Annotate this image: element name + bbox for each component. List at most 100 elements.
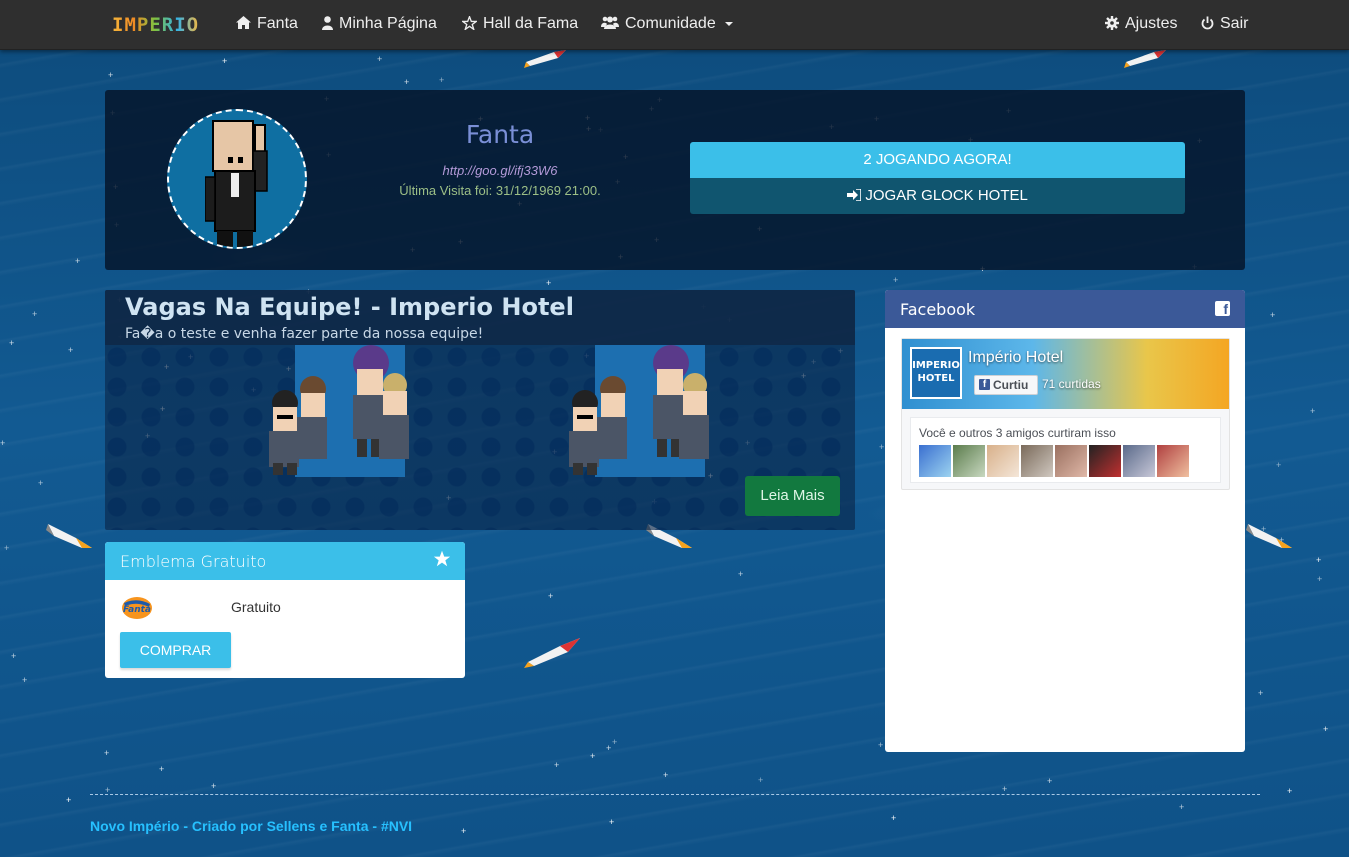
- play-hotel-button[interactable]: JOGAR GLOCK HOTEL: [690, 178, 1185, 214]
- star-icon: +: [1316, 555, 1322, 565]
- friend-avatar[interactable]: [1089, 445, 1121, 477]
- star-icon: +: [612, 737, 618, 747]
- friend-avatar[interactable]: [919, 445, 951, 477]
- rocket-icon: [46, 524, 92, 548]
- facebook-panel: Facebook f IMPERIO HOTEL Império Hotel C…: [885, 290, 1245, 752]
- star-icon: +: [1270, 310, 1276, 320]
- nav-item-label: Minha Página: [339, 15, 437, 32]
- facebook-like-button[interactable]: Curtiu: [974, 375, 1038, 395]
- star-icon: +: [891, 813, 897, 823]
- star-icon: +: [1179, 802, 1185, 812]
- nav-item-community[interactable]: Comunidade: [601, 15, 733, 33]
- online-count-button[interactable]: 2 JOGANDO AGORA!: [690, 142, 1185, 178]
- star-icon: +: [893, 275, 899, 285]
- star-icon: +: [758, 775, 764, 785]
- star-icon: +: [75, 256, 81, 266]
- rocket-icon: [524, 50, 566, 68]
- nav-item-home[interactable]: Fanta: [236, 15, 298, 33]
- nav-item-hall-of-fame[interactable]: Hall da Fama: [460, 14, 579, 33]
- star-icon: +: [609, 817, 615, 827]
- star-icon: +: [108, 70, 114, 80]
- star-icon: +: [1047, 776, 1053, 786]
- friend-avatar[interactable]: [987, 445, 1019, 477]
- rocket-icon: [524, 638, 580, 668]
- footer-divider: [90, 794, 1260, 795]
- play-hotel-label: JOGAR GLOCK HOTEL: [865, 187, 1028, 204]
- friend-avatar[interactable]: [1157, 445, 1189, 477]
- staff-group-image: [269, 345, 409, 475]
- news-title[interactable]: Vagas Na Equipe! - Imperio Hotel: [125, 293, 574, 321]
- star-icon: +: [9, 338, 15, 348]
- nav-item-logout[interactable]: Sair: [1201, 15, 1248, 33]
- brand-logo[interactable]: IMPERIO: [112, 14, 199, 36]
- friend-avatar[interactable]: [953, 445, 985, 477]
- avatar: [167, 109, 307, 249]
- facebook-friends-box: Você e outros 3 amigos curtiram isso: [910, 417, 1221, 483]
- profile-name: Fanta: [465, 120, 535, 149]
- star-icon: +: [22, 675, 28, 685]
- star-icon: +: [4, 543, 10, 553]
- users-icon: [601, 16, 619, 32]
- profile-link[interactable]: http://goo.gl/ifj33W6: [375, 163, 625, 178]
- star-icon: +: [1317, 574, 1323, 584]
- nav-item-label: Fanta: [257, 15, 298, 32]
- home-icon: [236, 16, 251, 32]
- nav-item-label: Sair: [1220, 15, 1249, 32]
- star-icon: [433, 550, 451, 572]
- badge-image: Fanta: [120, 595, 154, 621]
- panel-title: Facebook: [900, 300, 976, 319]
- badge-price: Gratuito: [231, 599, 281, 615]
- star-icon: +: [377, 54, 383, 64]
- top-navbar: IMPERIO Fanta Minha Página Hall da Fama …: [0, 0, 1349, 50]
- facebook-friends-text: Você e outros 3 amigos curtiram isso: [919, 426, 1116, 440]
- buy-button[interactable]: COMPRAR: [120, 632, 231, 668]
- facebook-friend-faces: [919, 445, 1189, 477]
- star-icon: +: [68, 345, 74, 355]
- star-icon: +: [461, 826, 467, 836]
- chevron-down-icon: [724, 22, 733, 26]
- star-icon: +: [439, 75, 445, 85]
- nav-item-label: Comunidade: [625, 15, 716, 32]
- rocket-icon: [1246, 524, 1292, 548]
- star-icon: +: [1310, 406, 1316, 416]
- user-icon: [322, 15, 333, 33]
- star-icon: +: [66, 795, 72, 805]
- star-icon: +: [1287, 786, 1293, 796]
- star-icon: +: [159, 764, 165, 774]
- news-card: Vagas Na Equipe! - Imperio Hotel Fa�a o …: [105, 290, 855, 530]
- star-icon: +: [554, 760, 560, 770]
- nav-item-label: Hall da Fama: [483, 15, 579, 32]
- panel-header: Emblema Gratuito: [105, 542, 465, 580]
- facebook-like-count: 71 curtidas: [1042, 377, 1101, 391]
- sign-in-icon: [847, 187, 865, 204]
- facebook-page-picture[interactable]: IMPERIO HOTEL: [910, 347, 962, 399]
- friend-avatar[interactable]: [1123, 445, 1155, 477]
- nav-item-my-page[interactable]: Minha Página: [322, 15, 437, 33]
- friend-avatar[interactable]: [1055, 445, 1087, 477]
- star-icon: +: [546, 278, 552, 288]
- star-icon: +: [404, 77, 410, 87]
- facebook-cover-image: IMPERIO HOTEL Império Hotel Curtiu 71 cu…: [902, 339, 1229, 409]
- facebook-page-widget[interactable]: IMPERIO HOTEL Império Hotel Curtiu 71 cu…: [901, 338, 1230, 490]
- star-icon: +: [548, 591, 554, 601]
- nav-item-settings[interactable]: Ajustes: [1105, 15, 1177, 33]
- news-subtitle: Fa�a o teste e venha fazer parte da noss…: [125, 326, 484, 342]
- star-icon: +: [879, 442, 885, 452]
- star-icon: +: [738, 569, 744, 579]
- facebook-page-name[interactable]: Império Hotel: [968, 349, 1063, 367]
- staff-group-image: [569, 345, 709, 475]
- power-icon: [1201, 16, 1214, 33]
- star-icon: +: [878, 740, 884, 750]
- friend-avatar[interactable]: [1021, 445, 1053, 477]
- panel-title: Emblema Gratuito: [120, 552, 267, 571]
- free-badge-panel: Emblema Gratuito Fanta Gratuito COMPRAR: [105, 542, 465, 678]
- panel-header: Facebook f: [885, 290, 1245, 328]
- star-icon: +: [1276, 460, 1282, 470]
- star-icon: +: [1258, 688, 1264, 698]
- news-image: [105, 345, 855, 530]
- svg-text:Fanta: Fanta: [123, 605, 151, 615]
- read-more-button[interactable]: Leia Mais: [745, 476, 840, 516]
- star-icon: +: [32, 309, 38, 319]
- facebook-icon: f: [1215, 301, 1230, 317]
- star-icon: +: [606, 743, 612, 753]
